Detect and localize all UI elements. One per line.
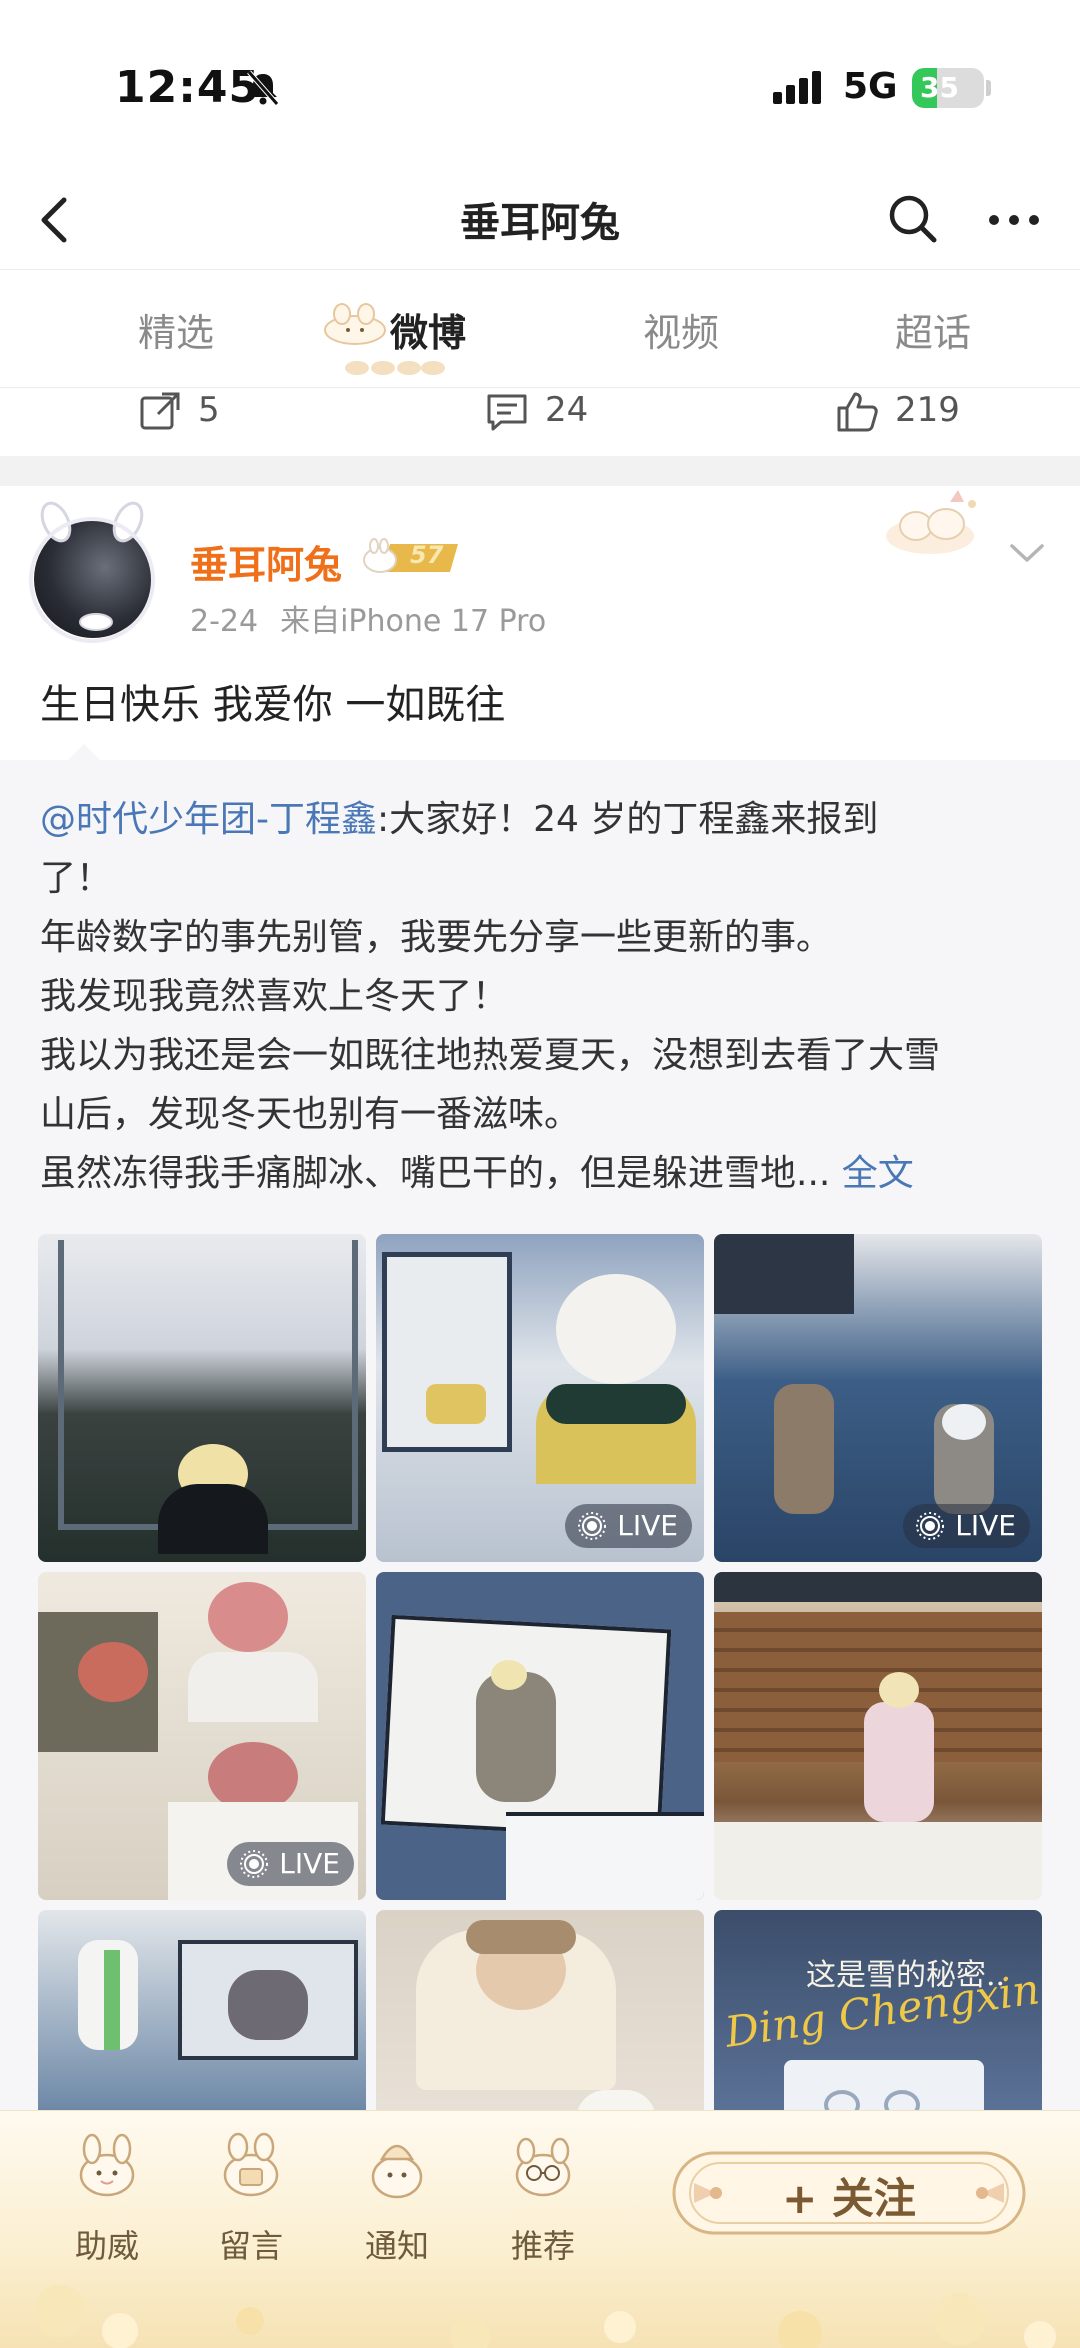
like-button[interactable]: 219 xyxy=(837,390,960,432)
live-badge: LIVE xyxy=(565,1504,692,1548)
repost-line: 虽然冻得我手痛脚冰、嘴巴干的，但是躲进雪地... 全文 xyxy=(40,1144,1050,1203)
battery-icon: 35 xyxy=(912,68,984,108)
repost-line: 了！ xyxy=(40,858,113,899)
signal-icon xyxy=(773,71,821,104)
post-image-2[interactable]: LIVE xyxy=(376,1234,704,1562)
tab-featured[interactable]: 精选 xyxy=(138,302,214,357)
bunny-cloud-decoration-icon xyxy=(886,490,976,554)
repost-button[interactable]: 5 xyxy=(140,390,220,430)
repost-line: 山后，发现冬天也别有一番滋味。 xyxy=(40,1094,581,1135)
chevron-down-icon[interactable] xyxy=(1006,538,1048,568)
battery-level: 35 xyxy=(920,71,959,104)
author-name[interactable]: 垂耳阿兔 xyxy=(190,534,342,589)
nav-header: 垂耳阿兔 xyxy=(0,170,1080,270)
comment-count: 24 xyxy=(545,390,589,430)
tab-weibo[interactable]: 微博 xyxy=(390,302,466,357)
search-icon[interactable] xyxy=(884,190,940,246)
repost-line-text: :大家好！24 岁的丁程鑫来报到 xyxy=(377,799,879,840)
repost-icon xyxy=(140,392,180,430)
mention-link[interactable]: @时代少年团-丁程鑫 xyxy=(40,799,377,840)
live-badge: LIVE xyxy=(903,1504,1030,1548)
live-label: LIVE xyxy=(279,1847,340,1880)
post-image-5[interactable] xyxy=(376,1572,704,1900)
repost-line: 我以为我还是会一如既往地热爱夏天，没想到去看了大雪 xyxy=(40,1035,941,1076)
live-label: LIVE xyxy=(617,1509,678,1542)
message-icon xyxy=(223,2132,279,2197)
repost-notch xyxy=(68,744,100,760)
repost-line: 我发现我竟然喜欢上冬天了！ xyxy=(40,976,509,1017)
comment-button[interactable]: 24 xyxy=(487,390,589,431)
tab-video[interactable]: 视频 xyxy=(643,302,719,357)
tab-underline-decoration-icon xyxy=(345,361,445,375)
cheer-icon xyxy=(79,2133,135,2197)
status-bar: 12:45 5G 35 xyxy=(0,0,1080,170)
post-image-6[interactable] xyxy=(714,1572,1042,1900)
battery-cap xyxy=(986,80,991,96)
more-icon[interactable] xyxy=(984,192,1044,248)
live-photo-icon xyxy=(240,1850,269,1878)
repost-count: 5 xyxy=(198,390,220,430)
profile-tabs: 精选 微博 视频 超话 xyxy=(0,270,1080,388)
comment-icon xyxy=(487,394,527,431)
post-date: 2-24 xyxy=(190,604,259,639)
bunny-avatar-frame-icon xyxy=(29,501,155,643)
post-source: 来自iPhone 17 Pro xyxy=(280,604,547,639)
repost-text: @时代少年团-丁程鑫:大家好！24 岁的丁程鑫来报到 了！ 年龄数字的事先别管，… xyxy=(40,790,1050,1203)
post-meta: 2-24 来自iPhone 17 Pro xyxy=(190,596,546,640)
bell-muted-icon xyxy=(247,70,279,106)
level-value: 57 xyxy=(410,541,444,569)
notify-icon xyxy=(371,2144,423,2199)
follow-button[interactable]: + 关注 xyxy=(664,2143,1034,2243)
repost-line: 年龄数字的事先别管，我要先分享一些更新的事。 xyxy=(40,917,833,958)
tab-super-topic[interactable]: 超话 xyxy=(895,302,971,357)
live-photo-icon xyxy=(916,1512,945,1540)
bunny-decoration-icon xyxy=(324,303,386,345)
full-text-link[interactable]: 全文 xyxy=(842,1153,914,1194)
repost-line: @时代少年团-丁程鑫:大家好！24 岁的丁程鑫来报到 xyxy=(40,790,1050,849)
live-badge: LIVE xyxy=(227,1842,354,1886)
feed-divider xyxy=(0,456,1080,486)
post-image-4[interactable]: LIVE xyxy=(38,1572,366,1900)
like-count: 219 xyxy=(895,390,960,430)
recommend-icon xyxy=(515,2137,571,2197)
live-label: LIVE xyxy=(955,1509,1016,1542)
post-text: 生日快乐 我爱你 一如既往 xyxy=(40,682,506,728)
post-image-3[interactable]: LIVE xyxy=(714,1234,1042,1562)
prev-post-actions: 5 24 219 xyxy=(0,388,1080,456)
thumbs-up-icon xyxy=(837,392,878,432)
status-time: 12:45 xyxy=(115,62,261,113)
live-photo-icon xyxy=(578,1512,607,1540)
bottom-action-bar: 助威 留言 通知 推荐 + 关注 xyxy=(0,2110,1080,2348)
network-label: 5G xyxy=(843,66,898,107)
post-image-1[interactable] xyxy=(38,1234,366,1562)
follow-label: + 关注 xyxy=(782,2174,916,2223)
repost-line-text: 虽然冻得我手痛脚冰、嘴巴干的，但是躲进雪地... xyxy=(40,1153,831,1194)
flower-decoration-icon xyxy=(34,2285,1056,2348)
